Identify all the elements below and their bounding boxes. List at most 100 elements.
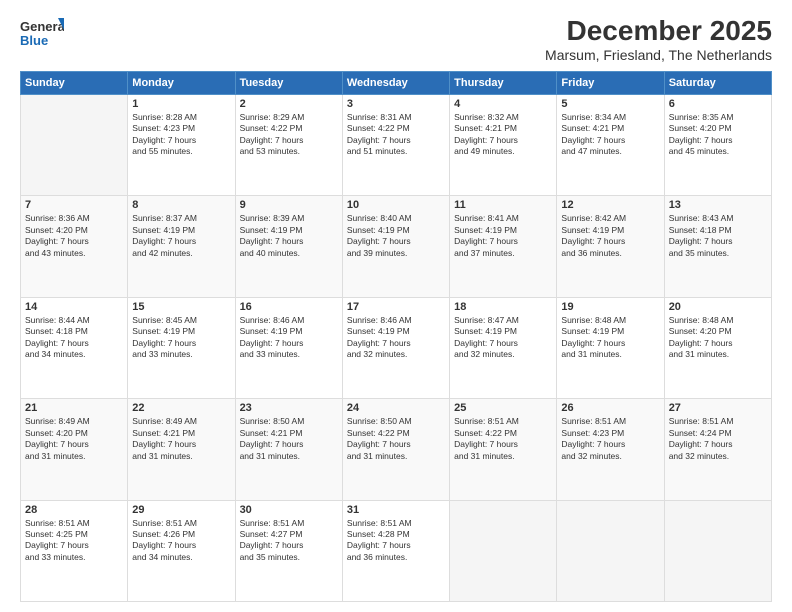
day-number: 24 — [347, 402, 445, 414]
day-number: 15 — [132, 301, 230, 313]
calendar-cell: 8 Sunrise: 8:37 AMSunset: 4:19 PMDaylight… — [128, 196, 235, 297]
day-number: 16 — [240, 301, 338, 313]
calendar-cell: 10 Sunrise: 8:40 AMSunset: 4:19 PMDayligh… — [342, 196, 449, 297]
calendar-cell: 23Sunrise: 8:50 AMSunset: 4:21 PMDayligh… — [235, 399, 342, 500]
day-info: Sunrise: 8:48 AMSunset: 4:19 PMDaylight:… — [561, 315, 659, 361]
day-info: Sunrise: 8:51 AMSunset: 4:22 PMDaylight:… — [454, 416, 552, 462]
day-info: Sunrise: 8:51 AMSunset: 4:23 PMDaylight:… — [561, 416, 659, 462]
calendar-week-row: 1 Sunrise: 8:28 AMSunset: 4:23 PMDaylight… — [21, 94, 772, 195]
day-info: Sunrise: 8:51 AMSunset: 4:27 PMDaylight:… — [240, 518, 338, 564]
calendar-cell: 19 Sunrise: 8:48 AMSunset: 4:19 PMDayligh… — [557, 297, 664, 398]
day-number: 22 — [132, 402, 230, 414]
svg-text:General: General — [20, 19, 64, 34]
day-info: Sunrise: 8:48 AMSunset: 4:20 PMDaylight:… — [669, 315, 767, 361]
day-number: 1 — [132, 98, 230, 110]
calendar-cell: 20 Sunrise: 8:48 AMSunset: 4:20 PMDayligh… — [664, 297, 771, 398]
day-info: Sunrise: 8:50 AMSunset: 4:22 PMDaylight:… — [347, 416, 445, 462]
calendar-day-header: Tuesday — [235, 71, 342, 94]
page: General Blue December 2025 Marsum, Fries… — [0, 0, 792, 612]
day-info: Sunrise: 8:29 AMSunset: 4:22 PMDaylight:… — [240, 112, 338, 158]
calendar-cell: 17Sunrise: 8:46 AMSunset: 4:19 PMDayligh… — [342, 297, 449, 398]
calendar-week-row: 7Sunrise: 8:36 AMSunset: 4:20 PMDaylight… — [21, 196, 772, 297]
day-number: 31 — [347, 504, 445, 516]
day-info: Sunrise: 8:34 AMSunset: 4:21 PMDaylight:… — [561, 112, 659, 158]
day-info: Sunrise: 8:45 AMSunset: 4:19 PMDaylight:… — [132, 315, 230, 361]
day-number: 5 — [561, 98, 659, 110]
day-number: 28 — [25, 504, 123, 516]
day-info: Sunrise: 8:46 AMSunset: 4:19 PMDaylight:… — [240, 315, 338, 361]
day-info: Sunrise: 8:35 AMSunset: 4:20 PMDaylight:… — [669, 112, 767, 158]
calendar-cell — [664, 500, 771, 601]
day-info: Sunrise: 8:51 AMSunset: 4:26 PMDaylight:… — [132, 518, 230, 564]
logo: General Blue — [20, 16, 64, 52]
day-number: 9 — [240, 199, 338, 211]
day-number: 25 — [454, 402, 552, 414]
day-info: Sunrise: 8:47 AMSunset: 4:19 PMDaylight:… — [454, 315, 552, 361]
day-number: 2 — [240, 98, 338, 110]
calendar-cell: 14Sunrise: 8:44 AMSunset: 4:18 PMDayligh… — [21, 297, 128, 398]
day-info: Sunrise: 8:42 AMSunset: 4:19 PMDaylight:… — [561, 213, 659, 259]
day-number: 29 — [132, 504, 230, 516]
calendar-cell: 7Sunrise: 8:36 AMSunset: 4:20 PMDaylight… — [21, 196, 128, 297]
day-number: 8 — [132, 199, 230, 211]
page-subtitle: Marsum, Friesland, The Netherlands — [545, 47, 772, 63]
day-number: 30 — [240, 504, 338, 516]
calendar-cell: 27Sunrise: 8:51 AMSunset: 4:24 PMDayligh… — [664, 399, 771, 500]
day-info: Sunrise: 8:37 AMSunset: 4:19 PMDaylight:… — [132, 213, 230, 259]
day-info: Sunrise: 8:28 AMSunset: 4:23 PMDaylight:… — [132, 112, 230, 158]
day-info: Sunrise: 8:49 AMSunset: 4:20 PMDaylight:… — [25, 416, 123, 462]
calendar-week-row: 28 Sunrise: 8:51 AMSunset: 4:25 PMDayligh… — [21, 500, 772, 601]
calendar-cell — [557, 500, 664, 601]
day-number: 21 — [25, 402, 123, 414]
day-info: Sunrise: 8:39 AMSunset: 4:19 PMDaylight:… — [240, 213, 338, 259]
calendar-cell: 29 Sunrise: 8:51 AMSunset: 4:26 PMDayligh… — [128, 500, 235, 601]
day-number: 19 — [561, 301, 659, 313]
calendar-week-row: 21 Sunrise: 8:49 AMSunset: 4:20 PMDayligh… — [21, 399, 772, 500]
day-info: Sunrise: 8:44 AMSunset: 4:18 PMDaylight:… — [25, 315, 123, 361]
calendar-day-header: Sunday — [21, 71, 128, 94]
calendar-cell: 28 Sunrise: 8:51 AMSunset: 4:25 PMDayligh… — [21, 500, 128, 601]
calendar-cell: 13Sunrise: 8:43 AMSunset: 4:18 PMDayligh… — [664, 196, 771, 297]
day-info: Sunrise: 8:31 AMSunset: 4:22 PMDaylight:… — [347, 112, 445, 158]
calendar-cell: 24 Sunrise: 8:50 AMSunset: 4:22 PMDayligh… — [342, 399, 449, 500]
day-number: 3 — [347, 98, 445, 110]
calendar-cell: 2 Sunrise: 8:29 AMSunset: 4:22 PMDaylight… — [235, 94, 342, 195]
calendar-cell: 15 Sunrise: 8:45 AMSunset: 4:19 PMDayligh… — [128, 297, 235, 398]
calendar-cell: 12 Sunrise: 8:42 AMSunset: 4:19 PMDayligh… — [557, 196, 664, 297]
day-info: Sunrise: 8:50 AMSunset: 4:21 PMDaylight:… — [240, 416, 338, 462]
calendar-cell: 5 Sunrise: 8:34 AMSunset: 4:21 PMDaylight… — [557, 94, 664, 195]
calendar-cell: 9 Sunrise: 8:39 AMSunset: 4:19 PMDaylight… — [235, 196, 342, 297]
calendar-day-header: Thursday — [450, 71, 557, 94]
title-block: December 2025 Marsum, Friesland, The Net… — [545, 16, 772, 63]
logo-svg: General Blue — [20, 16, 64, 52]
day-info: Sunrise: 8:43 AMSunset: 4:18 PMDaylight:… — [669, 213, 767, 259]
calendar-day-header: Friday — [557, 71, 664, 94]
svg-text:Blue: Blue — [20, 33, 48, 48]
calendar-cell — [21, 94, 128, 195]
calendar-day-header: Monday — [128, 71, 235, 94]
day-number: 18 — [454, 301, 552, 313]
day-number: 26 — [561, 402, 659, 414]
day-info: Sunrise: 8:51 AMSunset: 4:25 PMDaylight:… — [25, 518, 123, 564]
calendar-cell: 3 Sunrise: 8:31 AMSunset: 4:22 PMDaylight… — [342, 94, 449, 195]
calendar-cell: 21 Sunrise: 8:49 AMSunset: 4:20 PMDayligh… — [21, 399, 128, 500]
day-info: Sunrise: 8:32 AMSunset: 4:21 PMDaylight:… — [454, 112, 552, 158]
calendar-cell: 11Sunrise: 8:41 AMSunset: 4:19 PMDayligh… — [450, 196, 557, 297]
day-info: Sunrise: 8:49 AMSunset: 4:21 PMDaylight:… — [132, 416, 230, 462]
calendar-cell: 25 Sunrise: 8:51 AMSunset: 4:22 PMDayligh… — [450, 399, 557, 500]
calendar-cell: 6 Sunrise: 8:35 AMSunset: 4:20 PMDaylight… — [664, 94, 771, 195]
calendar-cell — [450, 500, 557, 601]
calendar-header-row: SundayMondayTuesdayWednesdayThursdayFrid… — [21, 71, 772, 94]
header: General Blue December 2025 Marsum, Fries… — [20, 16, 772, 63]
day-number: 20 — [669, 301, 767, 313]
day-info: Sunrise: 8:36 AMSunset: 4:20 PMDaylight:… — [25, 213, 123, 259]
calendar-cell: 30 Sunrise: 8:51 AMSunset: 4:27 PMDayligh… — [235, 500, 342, 601]
calendar-cell: 31Sunrise: 8:51 AMSunset: 4:28 PMDayligh… — [342, 500, 449, 601]
day-number: 10 — [347, 199, 445, 211]
day-number: 6 — [669, 98, 767, 110]
day-number: 12 — [561, 199, 659, 211]
day-info: Sunrise: 8:51 AMSunset: 4:24 PMDaylight:… — [669, 416, 767, 462]
calendar-day-header: Wednesday — [342, 71, 449, 94]
page-title: December 2025 — [545, 16, 772, 47]
day-info: Sunrise: 8:40 AMSunset: 4:19 PMDaylight:… — [347, 213, 445, 259]
